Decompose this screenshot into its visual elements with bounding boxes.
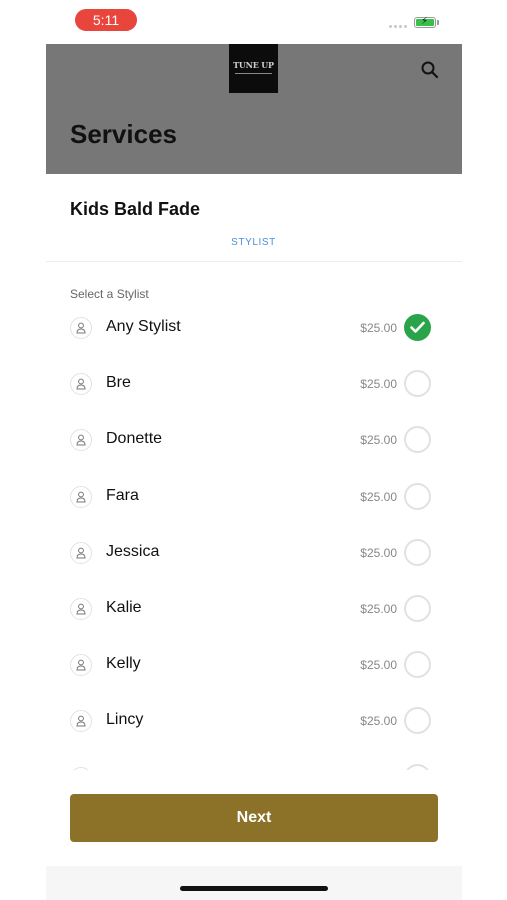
stylist-name: Bre <box>106 374 131 392</box>
stylist-row[interactable]: Kelly $25.00 <box>46 637 462 693</box>
divider <box>46 261 462 262</box>
person-icon <box>70 598 92 620</box>
person-icon <box>70 654 92 677</box>
stylist-price: $25.00 <box>360 377 397 392</box>
radio-button[interactable] <box>404 651 431 679</box>
radio-button[interactable] <box>404 538 431 566</box>
radio-button <box>404 763 431 770</box>
person-icon <box>70 541 92 564</box>
search-icon[interactable] <box>420 60 440 80</box>
person-icon <box>70 485 92 508</box>
stylist-row[interactable]: Bre $25.00 <box>46 356 462 412</box>
logo-text: TUNE UP <box>233 60 274 70</box>
stylist-name: Fara <box>106 486 139 504</box>
stylist-name: Lincy <box>106 711 144 729</box>
stylist-row[interactable]: Fara $25.00 <box>46 469 462 525</box>
stylist-name: Any Stylist <box>106 318 181 335</box>
stylist-price: $25.00 <box>360 714 397 729</box>
stylist-name: Kalie <box>106 599 142 616</box>
person-icon <box>70 710 92 733</box>
stylist-price: $25.00 <box>360 658 397 673</box>
battery-icon: ⚡ <box>414 16 436 28</box>
footer-bar <box>46 866 462 900</box>
stylist-price: $25.00 <box>360 321 397 335</box>
stylist-name: Donette <box>106 430 163 448</box>
stylist-price: $25.00 <box>360 433 397 448</box>
service-name: Kids Bald Fade <box>70 199 201 219</box>
app-header: TUNE UP Services <box>46 44 462 174</box>
stylist-row[interactable]: Donette $25.00 <box>46 412 462 468</box>
person-icon <box>70 373 92 396</box>
person-icon <box>70 317 92 339</box>
selected-checkmark-icon[interactable] <box>404 314 431 341</box>
page-title: Services <box>70 119 177 149</box>
radio-button[interactable] <box>404 707 431 735</box>
stylist-price: $25.00 <box>360 602 397 616</box>
home-indicator <box>180 886 328 891</box>
radio-button[interactable] <box>404 370 431 398</box>
tab-stylist[interactable]: STYLIST <box>0 237 507 248</box>
stylist-price: $25.00 <box>360 545 397 560</box>
stylist-row-partial <box>46 750 462 770</box>
radio-button[interactable] <box>404 426 431 454</box>
status-bar: 5:11 ⚡ <box>0 0 507 44</box>
next-button[interactable]: Next <box>70 794 438 842</box>
person-icon <box>70 766 92 770</box>
radio-button[interactable] <box>404 595 431 622</box>
stylist-row[interactable]: Any Stylist $25.00 <box>46 300 462 356</box>
battery-tip <box>437 20 439 25</box>
stylist-name: Jessica <box>106 542 160 560</box>
select-stylist-label: Select a Stylist <box>70 287 149 301</box>
stylist-name: Kelly <box>106 655 141 673</box>
person-icon <box>70 429 92 452</box>
signal-icon <box>389 25 407 28</box>
stylist-row[interactable]: Jessica $25.00 <box>46 525 462 581</box>
status-time: 5:11 <box>75 9 137 31</box>
brand-logo[interactable]: TUNE UP <box>229 44 278 93</box>
stylist-list[interactable]: Any Stylist $25.00 Bre $25.00 Donette $25.00 F… <box>46 300 462 770</box>
radio-button[interactable] <box>404 482 431 510</box>
stylist-row[interactable]: Kalie $25.00 <box>46 581 462 637</box>
stylist-price: $25.00 <box>360 489 397 504</box>
stylist-row[interactable]: Lincy $25.00 <box>46 693 462 749</box>
